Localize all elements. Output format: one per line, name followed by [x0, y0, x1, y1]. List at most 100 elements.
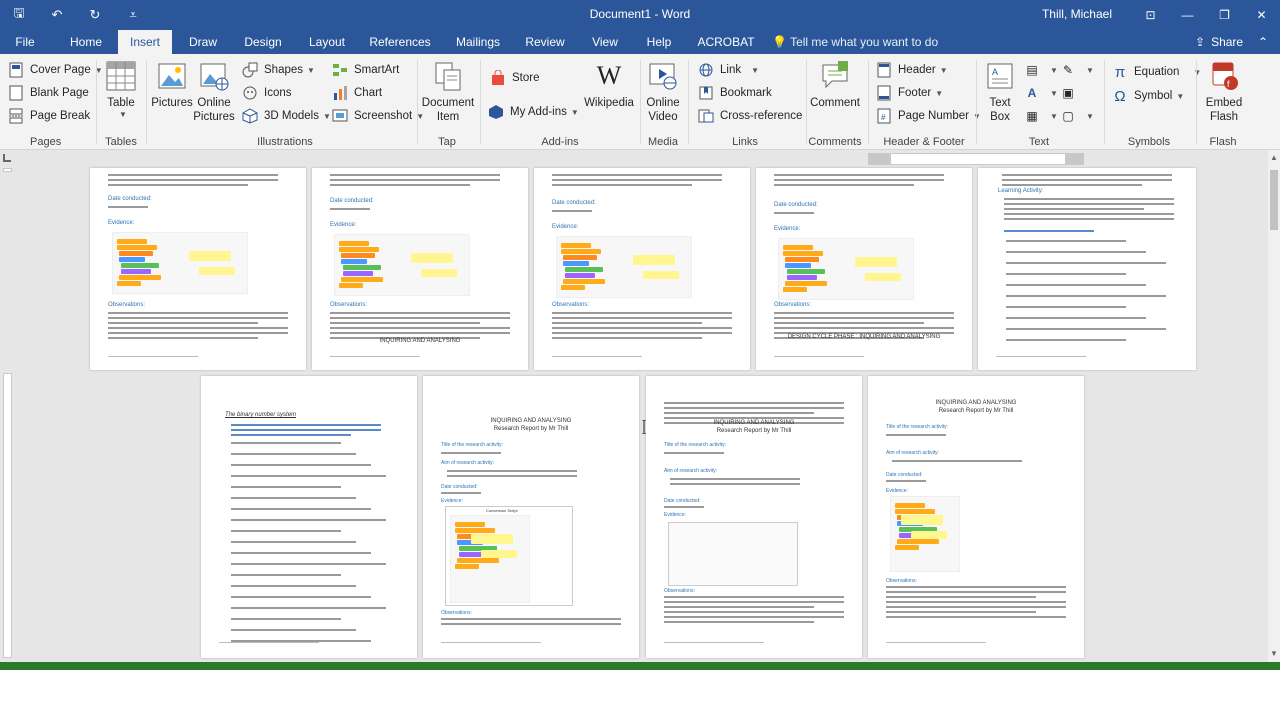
ribbon-display-options-icon[interactable]: ⊡ — [1132, 0, 1169, 30]
bookmark-button[interactable]: Bookmark — [698, 83, 772, 103]
cross-reference-button[interactable]: Cross-reference — [698, 106, 802, 126]
3d-models-button[interactable]: 3D Models ▼ — [242, 106, 331, 126]
chart-button[interactable]: Chart — [332, 83, 382, 103]
tab-layout[interactable]: Layout — [304, 30, 350, 54]
text-line — [330, 317, 510, 319]
scrollbar-thumb[interactable] — [1270, 170, 1278, 230]
tab-acrobat[interactable]: ACROBAT — [696, 30, 756, 54]
wikipedia-button[interactable]: W Wikipedia — [584, 60, 634, 110]
collapse-ribbon-icon[interactable]: ⌃ — [1258, 30, 1268, 54]
scratch-block — [457, 558, 499, 563]
document-page[interactable]: Learning Activity: — [978, 168, 1196, 370]
tab-draw[interactable]: Draw — [182, 30, 224, 54]
document-page[interactable]: Date conducted: Evidence: Observations: — [534, 168, 750, 370]
signature-line-button[interactable]: ✎ ▼ — [1060, 60, 1094, 80]
tab-review[interactable]: Review — [522, 30, 568, 54]
blank-page-button[interactable]: Blank Page — [8, 83, 89, 103]
group-separator — [976, 60, 977, 144]
page-break-button[interactable]: Page Break — [8, 106, 90, 126]
new-comment-button[interactable]: Comment — [810, 60, 860, 110]
screenshot-button[interactable]: Screenshot ▼ — [332, 106, 424, 126]
document-page[interactable]: INQUIRING AND ANALYSING Research Report b… — [868, 376, 1084, 658]
chevron-down-icon: ▼ — [935, 88, 944, 98]
embed-flash-button[interactable]: f Embed Flash — [1202, 60, 1246, 124]
chevron-down-icon: ▼ — [307, 65, 315, 75]
scratch-screenshot — [556, 236, 692, 298]
tab-help[interactable]: Help — [640, 30, 678, 54]
online-video-button[interactable]: Online Video — [644, 60, 682, 124]
tell-me-search[interactable]: 💡 Tell me what you want to do — [772, 30, 938, 54]
document-page[interactable]: INQUIRING AND ANALYSING Research Report b… — [646, 376, 862, 658]
horizontal-ruler[interactable] — [0, 150, 1268, 168]
date-conducted-heading: Date conducted: — [330, 198, 374, 204]
share-button[interactable]: ⇪ Share — [1195, 30, 1243, 54]
tab-mailings[interactable]: Mailings — [450, 30, 506, 54]
header-label: Header — [898, 64, 936, 76]
scratch-screenshot — [450, 515, 530, 603]
object-button[interactable]: ▢ ▼ — [1060, 106, 1094, 126]
document-page[interactable]: Date conducted: Evidence: Observations: — [90, 168, 306, 370]
scroll-down-icon[interactable]: ▼ — [1268, 648, 1280, 660]
equation-button[interactable]: π Equation ▼ — [1112, 62, 1202, 82]
scroll-up-icon[interactable]: ▲ — [1268, 152, 1280, 164]
date-time-button[interactable]: ▣ — [1060, 83, 1082, 103]
text-line — [774, 317, 954, 319]
table-button[interactable]: Table ▼ — [104, 60, 138, 119]
document-item-icon — [432, 60, 464, 92]
cover-page-button[interactable]: Cover Page ▼ — [8, 60, 103, 80]
document-page[interactable]: Date conducted: Evidence: Observations: DES… — [756, 168, 972, 370]
ruler-bar — [868, 153, 1084, 165]
tab-insert[interactable]: Insert — [118, 30, 172, 54]
close-icon[interactable]: ✕ — [1243, 0, 1280, 30]
my-addins-button[interactable]: My Add-ins ▼ — [488, 102, 579, 122]
group-separator — [806, 60, 807, 144]
page-number-button[interactable]: # Page Number▼ — [876, 106, 981, 126]
user-account[interactable]: Thill, Michael — [1042, 7, 1112, 21]
page-break-label: Page Break — [30, 110, 91, 122]
tab-view[interactable]: View — [586, 30, 624, 54]
tab-references[interactable]: References — [368, 30, 432, 54]
header-button[interactable]: Header ▼ — [876, 60, 948, 80]
link-button[interactable]: Link ▼ — [698, 60, 759, 80]
group-label-illustrations: Illustrations — [257, 136, 313, 148]
vertical-scrollbar[interactable]: ▲ ▼ — [1268, 150, 1280, 662]
icons-button[interactable]: Icons — [242, 83, 292, 103]
quick-parts-button[interactable]: ▤ ▼ — [1024, 60, 1058, 80]
document-item-button[interactable]: Document Item — [422, 60, 474, 124]
chevron-down-icon: ▼ — [1050, 65, 1058, 75]
table-icon — [105, 60, 137, 92]
shapes-button[interactable]: Shapes ▼ — [242, 60, 315, 80]
observations-heading: Observations: — [108, 302, 146, 308]
store-button[interactable]: Store — [490, 68, 540, 88]
pictures-button[interactable]: Pictures — [151, 60, 193, 110]
document-page[interactable]: Date conducted: Evidence: Observations: INQ… — [312, 168, 528, 370]
document-page[interactable]: The binary number system — [201, 376, 417, 658]
drop-cap-button[interactable]: ▦ ▼ — [1024, 106, 1058, 126]
minimize-icon[interactable]: — — [1169, 0, 1206, 30]
tab-selector-icon[interactable] — [3, 154, 11, 162]
online-pictures-label-1: Online — [197, 97, 231, 109]
footer-button[interactable]: Footer ▼ — [876, 83, 943, 103]
text-box-button[interactable]: A Text Box — [982, 60, 1018, 124]
chevron-down-icon: ▼ — [1050, 111, 1058, 121]
scratch-block — [561, 285, 585, 290]
drop-cap-icon: ▦ — [1026, 109, 1038, 123]
tab-file[interactable]: File — [6, 30, 44, 54]
scratch-block — [783, 287, 807, 292]
ribbon-insert: Cover Page ▼ Blank Page Page Break Pages … — [0, 54, 1280, 150]
text-line — [552, 179, 722, 181]
text-line — [664, 616, 844, 618]
smartart-button[interactable]: SmartArt — [332, 60, 399, 80]
text-line — [1006, 240, 1126, 242]
document-page[interactable]: INQUIRING AND ANALYSING Research Report b… — [423, 376, 639, 658]
text-line — [1004, 213, 1174, 215]
tab-home[interactable]: Home — [62, 30, 110, 54]
page-number-label: Page Number — [898, 110, 969, 122]
symbol-button[interactable]: Ω Symbol ▼ — [1112, 86, 1184, 106]
tab-design[interactable]: Design — [238, 30, 288, 54]
restore-icon[interactable]: ❐ — [1206, 0, 1243, 30]
online-pictures-button[interactable]: Online Pictures — [193, 60, 235, 124]
chevron-down-icon: ▼ — [1086, 111, 1094, 121]
wordart-button[interactable]: A ▼ — [1024, 83, 1058, 103]
online-video-icon — [647, 60, 679, 92]
